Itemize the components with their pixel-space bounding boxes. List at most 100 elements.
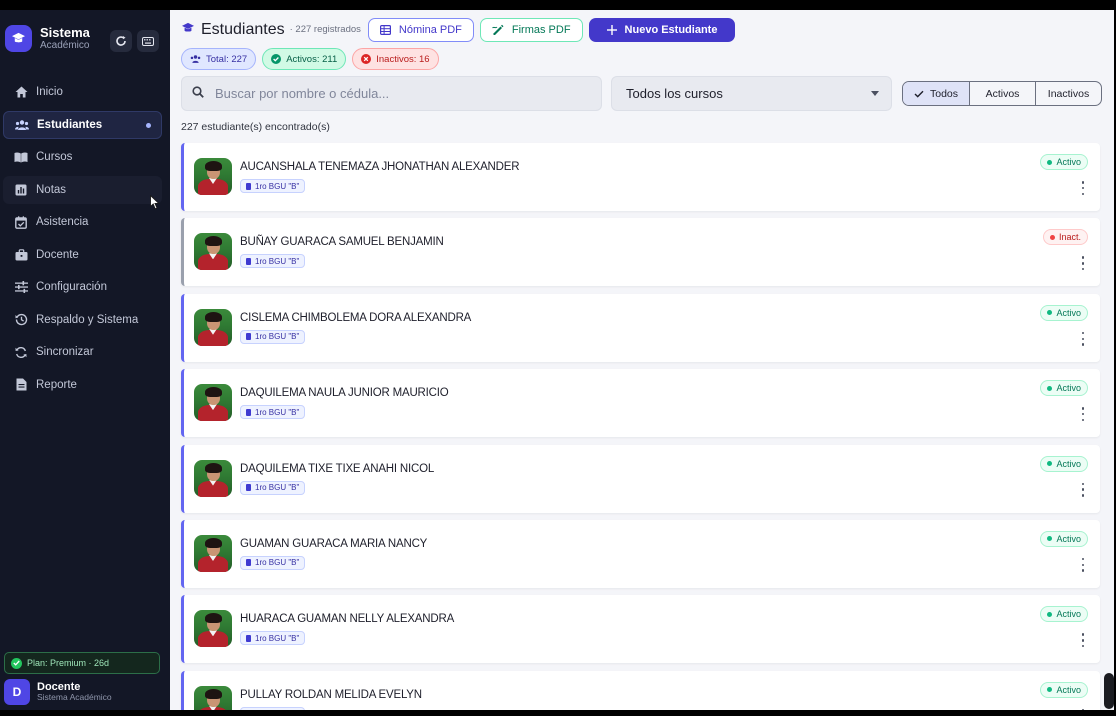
active-indicator-dot <box>146 122 151 128</box>
more-options-icon[interactable] <box>1080 557 1086 572</box>
student-name: BUÑAY GUARACA SAMUEL BENJAMIN <box>240 236 444 249</box>
sidebar-item-estudiantes[interactable]: Estudiantes <box>3 110 162 139</box>
firmas-pdf-button[interactable]: Firmas PDF <box>479 17 583 42</box>
graduation-cap-icon <box>5 25 32 52</box>
plan-badge: Plan: Premium · 26d <box>4 652 160 674</box>
more-options-icon[interactable] <box>1080 407 1086 422</box>
list-item[interactable]: AUCANSHALA TENEMAZA JHONATHAN ALEXANDER 1… <box>181 143 1100 211</box>
stat-total-label: Total: 227 <box>206 53 248 65</box>
sidebar-item-label: Estudiantes <box>37 118 103 131</box>
main-content: Estudiantes · 227 registrados Nómina PDF… <box>170 10 1114 710</box>
list-item[interactable]: BUÑAY GUARACA SAMUEL BENJAMIN 1ro BGU "B"… <box>181 218 1100 287</box>
sidebar-item-docente[interactable]: Docente <box>3 241 162 269</box>
filter-todos[interactable]: Todos <box>903 82 969 105</box>
sidebar-item-cursos[interactable]: Cursos <box>3 143 162 171</box>
brand: Sistema Académico <box>5 25 90 52</box>
list-item[interactable]: DAQUILEMA NAULA JUNIOR MAURICIO 1ro BGU "… <box>181 369 1100 438</box>
course-label: 1ro BGU "B" <box>255 633 300 643</box>
new-student-button[interactable]: Nuevo Estudiante <box>588 17 736 42</box>
course-label: 1ro BGU "B" <box>255 256 300 266</box>
page-title: Estudiantes <box>201 20 285 38</box>
filter-activos-label: Activos <box>985 87 1020 100</box>
list-item[interactable]: GUAMAN GUARACA MARIA NANCY 1ro BGU "B" Act… <box>181 519 1100 588</box>
status-label: Activo <box>1056 157 1081 167</box>
sliders-icon <box>14 280 28 294</box>
sidebar-item-label: Reporte <box>36 378 77 391</box>
chart-icon <box>14 183 28 197</box>
student-photo <box>194 610 232 648</box>
filter-inactivos-label: Inactivos <box>1047 87 1090 100</box>
user-profile[interactable]: D Docente Sistema Académico <box>4 679 112 705</box>
page-header: Estudiantes · 227 registrados Nómina PDF… <box>181 17 736 42</box>
student-name: GUAMAN GUARACA MARIA NANCY <box>240 537 428 550</box>
more-options-icon[interactable] <box>1080 256 1086 271</box>
book-icon <box>246 333 251 341</box>
student-name: PULLAY ROLDAN MELIDA EVELYN <box>240 688 422 701</box>
status-dot <box>1047 687 1053 693</box>
refresh-button[interactable] <box>110 30 132 52</box>
book-icon <box>246 559 251 567</box>
plus-icon <box>606 24 617 35</box>
status-label: Activo <box>1056 684 1081 695</box>
x-circle-icon <box>361 54 372 64</box>
avatar: D <box>4 679 30 705</box>
status-badge: Activo <box>1040 606 1088 623</box>
book-icon <box>246 408 251 416</box>
results-count: 227 estudiante(s) encontrado(s) <box>181 121 330 133</box>
status-label: Activo <box>1056 307 1081 318</box>
signature-icon <box>491 24 504 35</box>
keyboard-button[interactable] <box>137 30 159 52</box>
sidebar-item-label: Docente <box>36 248 79 261</box>
list-item[interactable]: CISLEMA CHIMBOLEMA DORA ALEXANDRA 1ro BGU… <box>181 293 1100 362</box>
book-icon <box>14 150 28 164</box>
stat-inactivos[interactable]: Inactivos: 16 <box>352 48 439 70</box>
sidebar-item-inicio[interactable]: Inicio <box>3 78 162 106</box>
status-dot <box>1049 234 1055 240</box>
student-photo <box>194 158 232 195</box>
more-options-icon[interactable] <box>1080 633 1086 648</box>
filter-todos-label: Todos <box>929 87 959 100</box>
status-label: Activo <box>1056 533 1081 544</box>
more-options-icon[interactable] <box>1080 482 1086 497</box>
window-bottom-bar <box>0 710 1116 716</box>
search-input[interactable] <box>215 86 595 101</box>
list-item[interactable]: DAQUILEMA TIXE TIXE ANAHI NICOL 1ro BGU "… <box>181 444 1100 513</box>
sidebar-item-sincronizar[interactable]: Sincronizar <box>3 338 162 366</box>
course-label: 1ro BGU "B" <box>255 181 300 191</box>
list-item[interactable]: HUARACA GUAMAN NELLY ALEXANDRA 1ro BGU "B… <box>181 595 1100 664</box>
more-options-icon[interactable] <box>1080 181 1086 195</box>
check-circle-icon <box>271 54 282 64</box>
status-dot <box>1047 385 1053 391</box>
window-top-bar <box>0 0 1116 10</box>
scrollbar[interactable] <box>1104 673 1114 709</box>
stat-inactivos-label: Inactivos: 16 <box>376 53 430 65</box>
sidebar-item-configuracion[interactable]: Configuración <box>3 273 162 301</box>
book-icon <box>246 182 251 190</box>
status-badge: Activo <box>1040 455 1088 472</box>
course-select-value: Todos los cursos <box>626 86 723 101</box>
filter-inactivos[interactable]: Inactivos <box>1035 82 1101 105</box>
status-dot <box>1047 461 1053 467</box>
users-icon <box>15 118 29 132</box>
filter-activos[interactable]: Activos <box>969 82 1035 105</box>
sidebar-item-notas[interactable]: Notas <box>3 175 162 204</box>
sidebar-item-label: Respaldo y Sistema <box>36 313 139 326</box>
student-photo <box>194 685 232 710</box>
stat-activos[interactable]: Activos: 211 <box>262 48 347 70</box>
sidebar-item-label: Configuración <box>36 281 107 293</box>
stat-total[interactable]: Total: 227 <box>181 48 257 70</box>
student-name: AUCANSHALA TENEMAZA JHONATHAN ALEXANDER <box>240 161 520 173</box>
list-item[interactable]: PULLAY ROLDAN MELIDA EVELYN1ro BGU "B"Ac… <box>181 670 1100 710</box>
nomina-pdf-button[interactable]: Nómina PDF <box>367 17 474 42</box>
more-options-icon[interactable] <box>1080 331 1086 346</box>
user-role: Sistema Académico <box>37 692 112 703</box>
sidebar-item-asistencia[interactable]: Asistencia <box>3 208 162 236</box>
book-icon <box>246 484 251 492</box>
sidebar-item-reporte[interactable]: Reporte <box>3 371 162 399</box>
course-tag: 1ro BGU "B" <box>240 555 306 570</box>
sidebar-item-respaldo[interactable]: Respaldo y Sistema <box>3 306 162 334</box>
sidebar-item-label: Cursos <box>36 151 73 163</box>
course-select[interactable]: Todos los cursos <box>611 76 892 111</box>
sidebar-nav: Inicio Estudiantes Cursos Notas Asistenc… <box>0 78 170 403</box>
student-photo <box>194 384 232 422</box>
